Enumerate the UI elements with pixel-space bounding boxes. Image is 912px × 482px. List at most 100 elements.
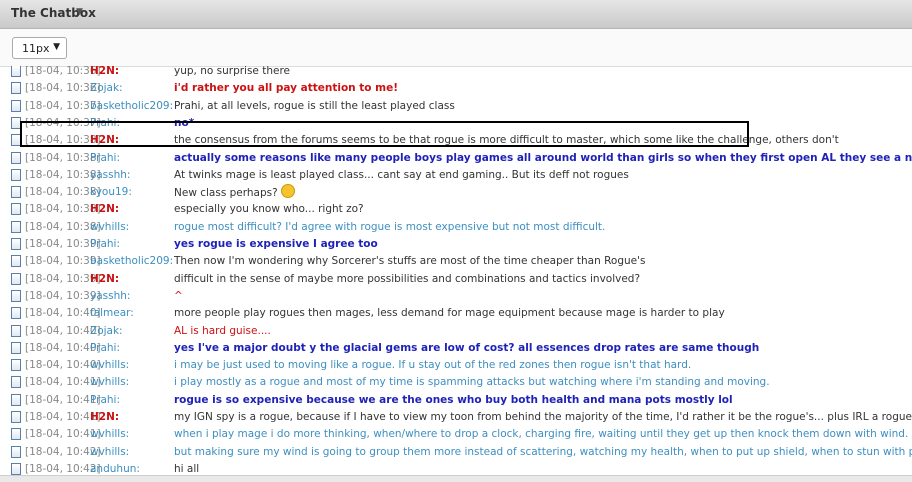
message-username[interactable]: wvhills: bbox=[90, 444, 129, 461]
message-text: hi all bbox=[174, 461, 199, 475]
message-text: ^ bbox=[174, 288, 183, 305]
message-text-content: rogue most difficult? I'd agree with rog… bbox=[174, 220, 606, 233]
chat-message: [18-04, 10:38] H2N: especially you know wh… bbox=[0, 201, 912, 218]
message-text: i play mostly as a rogue and most of my … bbox=[174, 374, 770, 391]
document-icon[interactable] bbox=[11, 151, 21, 164]
message-username[interactable]: Prahi: bbox=[90, 236, 120, 253]
message-text: Then now I'm wondering why Sorcerer's st… bbox=[174, 253, 645, 270]
message-username[interactable]: yasshh: bbox=[90, 288, 130, 305]
chat-toolbar: 11px ▼ bbox=[0, 29, 912, 67]
message-username[interactable]: H2N: bbox=[90, 201, 119, 218]
message-username[interactable]: Prahi: bbox=[90, 150, 120, 167]
chat-message: [18-04, 10:39] basketholic209: Then now I'… bbox=[0, 253, 912, 270]
document-icon[interactable] bbox=[11, 428, 21, 441]
message-username[interactable]: Prahi: bbox=[90, 340, 120, 357]
chat-message: [18-04, 10:42] wvhills: but making sure my… bbox=[0, 444, 912, 461]
font-size-select[interactable]: 11px ▼ bbox=[12, 37, 67, 59]
document-icon[interactable] bbox=[11, 359, 21, 372]
message-text: New class perhaps? bbox=[174, 184, 295, 202]
message-username[interactable]: H2N: bbox=[90, 409, 119, 426]
document-icon[interactable] bbox=[11, 411, 21, 423]
message-username[interactable]: basketholic209: bbox=[90, 98, 173, 115]
chat-message: [18-04, 10:41] wvhills: i play mostly as a… bbox=[0, 374, 912, 391]
document-icon[interactable] bbox=[11, 393, 21, 406]
document-icon[interactable] bbox=[11, 220, 21, 233]
chat-message: [18-04, 10:40] falmear: more people play r… bbox=[0, 305, 912, 322]
chat-message: [18-04, 10:41] H2N: my IGN spy is a rogue,… bbox=[0, 409, 912, 426]
chat-message: [18-04, 10:36] Zojak: i'd rather you all p… bbox=[0, 80, 912, 97]
message-text-content: but making sure my wind is going to grou… bbox=[174, 445, 912, 458]
message-username[interactable]: Zojak: bbox=[90, 80, 123, 97]
message-text: actually some reasons like many people b… bbox=[174, 150, 912, 167]
message-text: but making sure my wind is going to grou… bbox=[174, 444, 912, 461]
message-text: especially you know who... right zo? bbox=[174, 201, 364, 218]
message-text: i'd rather you all pay attention to me! bbox=[174, 80, 398, 97]
document-icon[interactable] bbox=[11, 255, 21, 268]
chevron-down-icon: ▼ bbox=[53, 42, 60, 52]
chat-message: [18-04, 10:39] Prahi: yes rogue is expensi… bbox=[0, 236, 912, 253]
chat-message: [18-04, 10:42] anduhun: hi all bbox=[0, 461, 912, 475]
document-icon[interactable] bbox=[11, 186, 21, 199]
chat-message: [18-04, 10:40] Zojak: AL is hard guise.... bbox=[0, 323, 912, 340]
message-username[interactable]: anduhun: bbox=[90, 461, 140, 475]
message-username[interactable]: kyou19: bbox=[90, 184, 132, 201]
document-icon[interactable] bbox=[11, 376, 21, 389]
chat-message: [18-04, 10:38] yasshh: At twinks mage is l… bbox=[0, 167, 912, 184]
message-text-content: yup, no surprise there bbox=[174, 66, 291, 77]
message-text-content: Prahi, at all levels, rogue is still the… bbox=[174, 99, 455, 112]
message-text: At twinks mage is least played class... … bbox=[174, 167, 629, 184]
message-text-content: rogue is so expensive because we are the… bbox=[174, 393, 733, 406]
message-text: rogue most difficult? I'd agree with rog… bbox=[174, 219, 605, 236]
document-icon[interactable] bbox=[11, 238, 21, 250]
highlight-box bbox=[20, 121, 749, 147]
chat-message: [18-04, 10:39] H2N: difficult in the sense… bbox=[0, 271, 912, 288]
message-text-content: Then now I'm wondering why Sorcerer's st… bbox=[174, 255, 646, 268]
message-username[interactable]: wvhills: bbox=[90, 426, 129, 443]
message-username[interactable]: basketholic209: bbox=[90, 253, 173, 270]
message-username[interactable]: yasshh: bbox=[90, 167, 130, 184]
document-icon[interactable] bbox=[11, 66, 21, 77]
message-username[interactable]: Prahi: bbox=[90, 392, 120, 409]
chat-message: [18-04, 10:37] basketholic209: Prahi, at a… bbox=[0, 98, 912, 115]
document-icon[interactable] bbox=[11, 82, 21, 95]
message-username[interactable]: wvhills: bbox=[90, 357, 129, 374]
message-text: yes I've a major doubt y the glacial gem… bbox=[174, 340, 759, 357]
message-username[interactable]: Zojak: bbox=[90, 323, 123, 340]
message-text: yup, no surprise there bbox=[174, 66, 290, 80]
message-text-content: especially you know who... right zo? bbox=[174, 203, 364, 216]
message-text-content: my IGN spy is a rogue, because if I have… bbox=[174, 411, 912, 423]
document-icon[interactable] bbox=[11, 289, 21, 302]
message-text: Prahi, at all levels, rogue is still the… bbox=[174, 98, 455, 115]
document-icon[interactable] bbox=[11, 99, 21, 112]
document-icon[interactable] bbox=[11, 324, 21, 337]
document-icon[interactable] bbox=[11, 168, 21, 181]
message-text-content: AL is hard guise.... bbox=[174, 324, 271, 337]
document-icon[interactable] bbox=[11, 307, 21, 320]
document-icon[interactable] bbox=[11, 341, 21, 354]
message-username[interactable]: falmear: bbox=[90, 305, 134, 322]
chatbox-title[interactable]: The Chatbox bbox=[11, 6, 96, 20]
chat-message: [18-04, 10:38] wvhills: rogue most difficu… bbox=[0, 219, 912, 236]
document-icon[interactable] bbox=[11, 203, 21, 216]
message-text-content: yes rogue is expensive I agree too bbox=[174, 238, 378, 250]
document-icon[interactable] bbox=[11, 272, 21, 285]
message-username[interactable]: H2N: bbox=[90, 66, 119, 80]
message-text: when i play mage i do more thinking, whe… bbox=[174, 426, 908, 443]
message-text-content: i play mostly as a rogue and most of my … bbox=[174, 376, 770, 389]
chatbox-header: The Chatbox ▼ bbox=[0, 0, 912, 29]
message-username[interactable]: H2N: bbox=[90, 271, 119, 288]
message-text: i may be just used to moving like a rogu… bbox=[174, 357, 691, 374]
message-username[interactable]: wvhills: bbox=[90, 374, 129, 391]
chevron-down-icon[interactable]: ▼ bbox=[76, 7, 83, 17]
document-icon[interactable] bbox=[11, 445, 21, 458]
message-username[interactable]: wvhills: bbox=[90, 219, 129, 236]
message-text: yes rogue is expensive I agree too bbox=[174, 236, 378, 253]
message-text: rogue is so expensive because we are the… bbox=[174, 392, 733, 409]
message-text-content: hi all bbox=[174, 462, 200, 475]
document-icon[interactable] bbox=[11, 462, 21, 475]
message-text-content: yes I've a major doubt y the glacial gem… bbox=[174, 341, 760, 354]
message-text-content: i may be just used to moving like a rogu… bbox=[174, 359, 692, 372]
message-text: my IGN spy is a rogue, because if I have… bbox=[174, 409, 912, 426]
chat-message: [18-04, 10:41] wvhills: when i play mage i… bbox=[0, 426, 912, 443]
chat-message: [18-04, 10:38] Prahi: actually some reason… bbox=[0, 150, 912, 167]
